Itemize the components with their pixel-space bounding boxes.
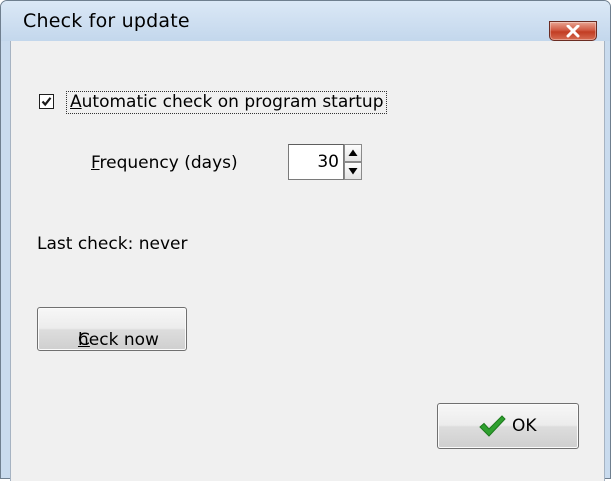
dialog-title: Check for update: [23, 10, 190, 32]
auto-check-checkbox[interactable]: [39, 94, 54, 109]
arrow-down-icon: [348, 168, 358, 175]
ok-label: OK: [512, 416, 537, 436]
update-dialog: Check for update Automatic check on prog…: [0, 0, 611, 481]
frequency-decrement-button[interactable]: [344, 162, 362, 180]
check-now-button[interactable]: Check now: [37, 307, 187, 351]
arrow-up-icon: [348, 149, 358, 156]
close-icon: [566, 25, 580, 38]
title-bar[interactable]: Check for update: [1, 1, 610, 41]
last-check-status: Last check: never: [37, 234, 188, 254]
frequency-input[interactable]: [288, 144, 344, 180]
frequency-label: Frequency (days): [91, 153, 238, 173]
close-button[interactable]: [549, 21, 597, 41]
green-check-icon: [479, 415, 506, 437]
auto-check-label[interactable]: Automatic check on program startup: [66, 91, 388, 114]
ok-button[interactable]: OK: [437, 403, 579, 449]
frequency-increment-button[interactable]: [344, 144, 362, 162]
checkmark-icon: [41, 97, 52, 107]
